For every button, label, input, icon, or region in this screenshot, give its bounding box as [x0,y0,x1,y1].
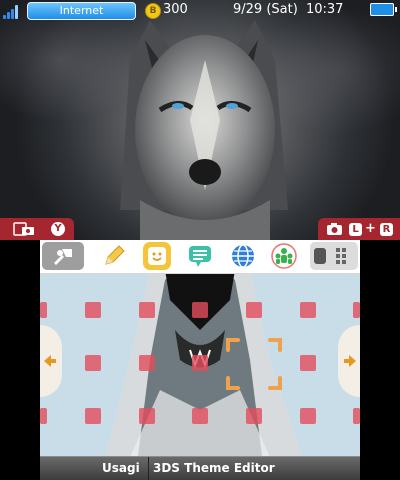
grid-icon [336,248,346,264]
screenshot-hint-right: L + R [318,218,400,240]
howling-wolf-wallpaper [40,240,360,480]
friend-list-button[interactable] [270,242,298,270]
play-coin-icon: B [145,3,161,19]
right-letterbox [360,240,400,480]
grid-layout-button[interactable] [336,248,352,264]
chat-icon [189,246,211,267]
battery-icon [370,3,397,16]
signal-strength-icon [3,3,23,19]
smiley-icon [148,247,166,265]
miiverse-button[interactable] [143,242,171,270]
browser-button[interactable] [229,242,257,270]
date-time: 9/29 (Sat) 10:37 [233,2,343,17]
notifications-button[interactable] [186,242,214,270]
arrow-right-icon [344,355,356,367]
user-name: Usagi [102,461,140,475]
arrow-left-icon [44,355,56,367]
globe-icon [232,244,254,268]
scroll-right-button[interactable] [338,325,360,397]
camera-icon [13,222,34,236]
pencil-icon [105,245,125,265]
play-coin-count: 300 [163,2,188,17]
left-letterbox [0,240,40,480]
home-menu-toolbar [40,240,360,274]
date: 9/29 (Sat) [233,2,298,17]
r-button-icon: R [380,223,393,236]
view-toggle [310,242,358,270]
scroll-left-button[interactable] [40,325,62,397]
y-button-icon: Y [51,222,65,236]
notes-button[interactable] [100,242,128,270]
l-button-icon: L [349,223,362,236]
wolf-wallpaper [120,20,288,240]
screen-brightness-button[interactable] [314,248,326,264]
bottom-screen: Usagi 3DS Theme Editor [40,240,360,480]
settings-icon [54,249,72,265]
plus-sign: + [365,221,376,236]
app-name: 3DS Theme Editor [153,461,275,475]
bottom-info-bar: Usagi 3DS Theme Editor [40,456,360,480]
camera-icon [327,223,342,235]
bar-divider [148,457,149,480]
network-status: Internet [27,2,136,20]
top-screen: Internet B 300 9/29 (Sat) 10:37 Y L + R [0,0,400,240]
friends-icon [271,243,297,269]
time: 10:37 [305,2,344,17]
settings-button[interactable] [42,242,84,270]
status-bar: Internet B 300 9/29 (Sat) 10:37 [0,0,400,22]
screenshot-hint-left: Y [0,218,74,240]
